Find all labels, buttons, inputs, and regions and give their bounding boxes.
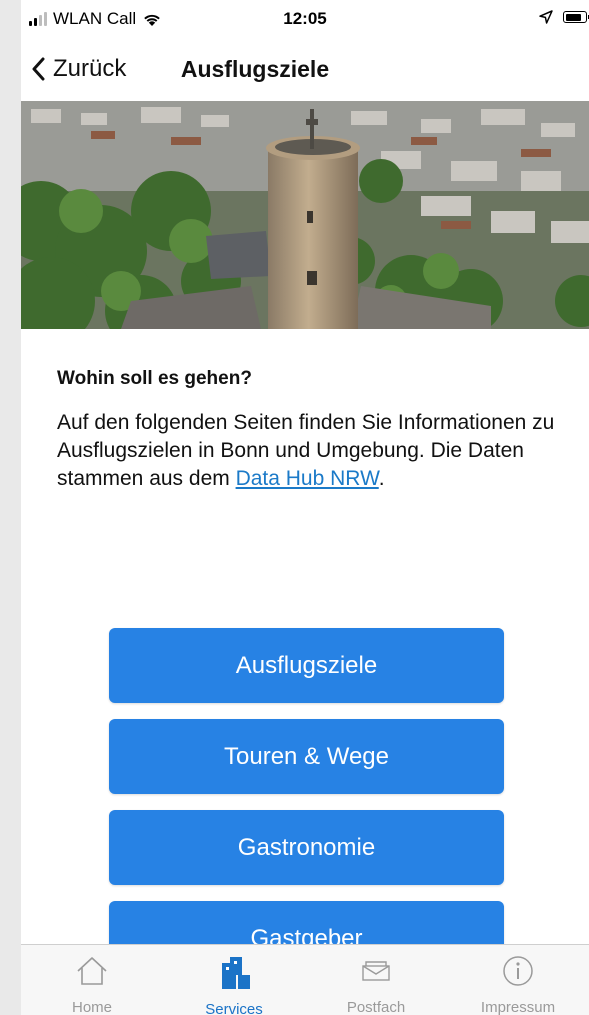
section-heading: Wohin soll es gehen? [57, 368, 252, 389]
tab-home-label: Home [71, 999, 112, 1015]
info-icon [503, 956, 533, 986]
navigation-bar: Zurück Ausflugsziele [21, 42, 589, 98]
intro-period: . [378, 467, 385, 490]
status-right [539, 10, 589, 24]
tab-postfach-label: Postfach [346, 999, 406, 1015]
tab-bar: Home Services Postfach Impressum [21, 944, 589, 1015]
data-hub-link[interactable]: Data Hub NRW [236, 467, 379, 490]
tab-impressum[interactable]: Impressum [447, 945, 589, 1015]
gastronomie-button[interactable]: Gastronomie [109, 810, 504, 885]
app-screen: WLAN Call 12:05 Zurück Ausflugsziele Woh… [21, 0, 589, 1015]
tab-services[interactable]: Services [163, 945, 305, 1015]
page-title: Ausflugsziele [180, 56, 330, 82]
battery-icon [563, 11, 589, 23]
touren-wege-button[interactable]: Touren & Wege [109, 719, 504, 794]
status-bar: WLAN Call 12:05 [21, 0, 589, 40]
tower-landscape-image [21, 101, 589, 329]
buildings-icon [222, 957, 250, 989]
location-arrow-icon [539, 10, 553, 24]
intro-text: Auf den folgenden Seiten finden Sie Info… [57, 409, 557, 493]
intro-section: Wohin soll es gehen? Auf den folgenden S… [57, 368, 557, 493]
tab-home[interactable]: Home [21, 945, 163, 1015]
ausflugsziele-button[interactable]: Ausflugsziele [109, 628, 504, 703]
hero-image [21, 101, 589, 329]
tab-impressum-label: Impressum [480, 999, 556, 1015]
home-icon [77, 957, 107, 985]
status-time: 12:05 [283, 9, 327, 28]
tab-postfach[interactable]: Postfach [305, 945, 447, 1015]
battery-level [565, 13, 582, 21]
envelope-icon [362, 961, 390, 981]
tab-services-label: Services [205, 1001, 263, 1015]
